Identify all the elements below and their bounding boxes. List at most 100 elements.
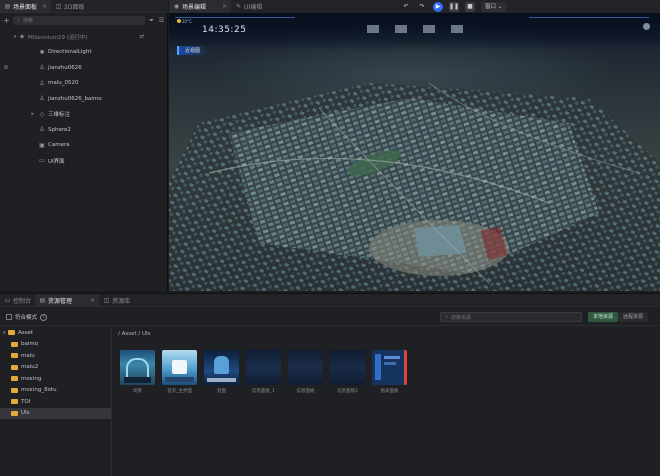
tab-ui-edit[interactable]: ✎ UI编辑 <box>231 0 266 13</box>
asset-item[interactable]: 首页_主界面 <box>162 350 197 394</box>
close-icon[interactable]: ✕ <box>222 3 227 10</box>
link-icon[interactable]: ⇄ <box>139 34 144 40</box>
asset-item[interactable]: 图表面板 <box>372 350 407 394</box>
tree-item-label: malu_0520 <box>48 80 79 87</box>
layers-icon: ▤ <box>4 2 11 10</box>
tab-label: 资源库 <box>112 297 131 305</box>
scene-tree: ▾ ◈ Millennium19 (运行中) ⇄ ✺ DirectionalLi… <box>0 29 168 169</box>
folder-item-moxing[interactable]: moxing <box>0 373 111 385</box>
tree-item-jianzhu-baimo[interactable]: ♙ jianzhu0626_baimo <box>0 91 168 107</box>
folder-item-asset[interactable]: ▾ Asset <box>0 327 111 339</box>
play-button[interactable]: ▶ <box>433 1 443 12</box>
folder-item-baimo[interactable]: baimo <box>0 339 111 351</box>
library-icon: ◫ <box>103 296 110 304</box>
monitor-icon: ▭ <box>4 296 11 304</box>
asset-label: 图表面板 <box>380 389 399 394</box>
tree-item-label: Millennium19 (运行中) <box>28 34 88 41</box>
tree-item-label: Camera <box>48 142 70 149</box>
tab-console[interactable]: ▭ 控制台 <box>0 294 35 306</box>
hierarchy-search-input[interactable]: ⌕ 搜索 <box>13 15 145 25</box>
folder-icon <box>11 353 18 359</box>
folder-item-moxing-8otu[interactable]: moxing_8otu <box>0 385 111 397</box>
breadcrumb[interactable]: / Asset / UIs <box>118 331 151 337</box>
folder-label: UIs <box>21 410 30 417</box>
edit-mode-toggle[interactable]: 符合模式 ? <box>6 313 48 321</box>
filter-icon[interactable]: ⏷ <box>148 17 155 24</box>
hud-user[interactable] <box>643 23 650 30</box>
add-icon[interactable]: + <box>3 16 10 24</box>
folder-item-malu2[interactable]: malu2 <box>0 362 111 374</box>
view-tag[interactable]: 近视图 <box>177 46 207 55</box>
folder-item-malu[interactable]: malu <box>0 350 111 362</box>
asset-label: 信息面板_1 <box>251 389 276 394</box>
tree-item-label: UI界面 <box>48 158 65 165</box>
city-render <box>169 82 660 291</box>
folder-icon: ▤ <box>39 296 46 304</box>
tree-item-label: jianzhu0626 <box>48 64 82 71</box>
tree-item-3d-labels[interactable]: ▸ ◇ 三维标注 <box>0 107 168 123</box>
chevron-right-icon[interactable]: ▸ <box>12 111 38 117</box>
close-icon[interactable]: ✕ <box>42 3 47 10</box>
list-icon[interactable]: ☰ <box>158 17 165 24</box>
tab-label: 场景面板 <box>13 3 38 11</box>
asset-item[interactable]: 信息面板 <box>288 350 323 394</box>
folder-icon <box>11 364 18 370</box>
asset-item[interactable]: 信息面板2 <box>330 350 365 394</box>
tab-resource-manager[interactable]: ▤ 资源管理 ✕ <box>35 294 100 306</box>
tree-item-label: DirectionalLight <box>48 49 92 56</box>
pause-button[interactable]: ❚❚ <box>449 1 459 12</box>
tree-item-malu[interactable]: ♙ malu_0520 <box>0 76 168 92</box>
folder-item-uis[interactable]: UIs <box>0 407 111 419</box>
asset-item[interactable]: 场景 <box>120 350 155 394</box>
resource-search-input[interactable]: ⌕ 搜索资源 <box>440 312 582 322</box>
checkbox-icon[interactable] <box>6 314 12 320</box>
folder-item-toi[interactable]: TOI <box>0 396 111 408</box>
mesh-icon: ♙ <box>39 79 45 87</box>
chevron-down-icon: ⌄ <box>497 3 503 10</box>
tab-resource-library[interactable]: ◫ 资源库 <box>99 294 134 306</box>
asset-thumbnail <box>372 350 407 385</box>
mesh-icon: ♙ <box>39 126 45 134</box>
asset-label: 信息面板2 <box>337 389 358 394</box>
3d-city-scene[interactable]: 20°C 14:35:25 近视图 <box>169 13 660 291</box>
tree-item-directional-light[interactable]: ✺ DirectionalLight <box>0 45 168 61</box>
segment-local[interactable]: 本地资源 <box>588 312 619 322</box>
folder-icon <box>11 410 18 416</box>
asset-grid: 场景 首页_主界面 封面 信息面板_1 信息面板 信息面板2 图表面板 <box>120 350 407 394</box>
tab-scene-edit[interactable]: ◉ 场景编辑 ✕ <box>169 0 232 13</box>
tab-scene-panel[interactable]: ▤ 场景面板 ✕ <box>0 0 52 12</box>
viewport-toolbar: ◉ 场景编辑 ✕ ✎ UI编辑 ↶ ↷ ▶ ❚❚ ■ 窗口 ⌄ <box>169 0 660 13</box>
segment-remote[interactable]: 远程资源 <box>618 312 649 322</box>
asset-thumbnail <box>120 350 155 385</box>
tree-item-jianzhu0626[interactable]: ⊘ ♙ jianzhu0626 <box>0 60 168 76</box>
asset-item[interactable]: 信息面板_1 <box>246 350 281 394</box>
folder-label: baimo <box>21 341 39 348</box>
redacted-block <box>395 25 407 33</box>
asset-label: 信息面板 <box>296 389 315 394</box>
asset-thumbnail <box>204 350 239 385</box>
close-icon[interactable]: ✕ <box>90 297 95 304</box>
undo-icon[interactable]: ↶ <box>401 2 411 12</box>
folder-tree: ▾ Asset baimo malu malu2 moxing moxing_8… <box>0 327 112 476</box>
tree-item-ui[interactable]: ▭ UI界面 <box>0 153 168 169</box>
tree-item-camera[interactable]: ▣ Camera <box>0 138 168 154</box>
stop-button[interactable]: ■ <box>465 1 475 12</box>
asset-item[interactable]: 封面 <box>204 350 239 394</box>
playback-controls: ↶ ↷ ▶ ❚❚ ■ 窗口 ⌄ <box>401 1 507 12</box>
layout-dropdown[interactable]: 窗口 ⌄ <box>481 1 507 12</box>
weather-widget: 20°C <box>177 19 201 31</box>
folder-label: malu2 <box>21 364 39 371</box>
redo-icon[interactable]: ↷ <box>417 2 427 12</box>
hierarchy-toolbar: + ⌕ 搜索 ⏷ ☰ <box>0 14 168 26</box>
sun-icon <box>177 19 181 23</box>
tree-item-root[interactable]: ▾ ◈ Millennium19 (运行中) ⇄ <box>0 29 168 45</box>
tree-item-sphere2[interactable]: ♙ Sphere2 <box>0 122 168 138</box>
folder-icon <box>11 387 18 393</box>
tree-item-label: Sphere2 <box>48 126 71 133</box>
tab-label: 资源管理 <box>48 297 73 305</box>
tab-2d-panel[interactable]: ◫ 2D面板 <box>51 0 88 12</box>
eye-off-icon[interactable]: ⊘ <box>0 64 12 71</box>
hud-clock: 14:35:25 <box>202 25 247 35</box>
help-icon[interactable]: ? <box>40 313 48 321</box>
folder-label: moxing_8otu <box>21 387 57 394</box>
